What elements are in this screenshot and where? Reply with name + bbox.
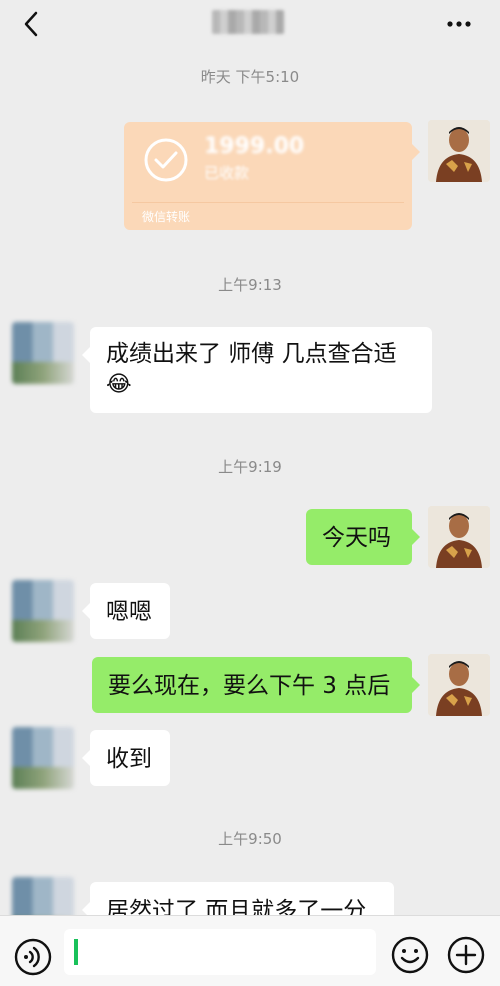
my-avatar[interactable]	[428, 506, 490, 568]
timestamp: 上午9:19	[218, 458, 282, 476]
transfer-amount: 1999.00	[204, 134, 305, 159]
voice-icon[interactable]	[14, 938, 52, 976]
person-avatar-icon	[428, 506, 490, 568]
more-dots-icon[interactable]	[444, 10, 474, 38]
message-text: 成绩出来了 师傅 几点查合适	[106, 341, 397, 367]
my-avatar[interactable]	[428, 654, 490, 716]
laughing-emoji-icon: 😂	[106, 372, 132, 397]
chevron-left-icon[interactable]	[18, 10, 46, 38]
message-text: 收到	[106, 746, 152, 772]
transfer-label: 微信转账	[142, 210, 191, 224]
person-avatar-icon	[428, 120, 490, 182]
transfer-status: 已收款	[204, 164, 250, 182]
message-bubble[interactable]: 要么现在，要么下午 3 点后	[92, 657, 420, 713]
contact-avatar[interactable]	[12, 580, 74, 642]
input-toolbar	[0, 915, 500, 986]
check-circle-icon	[144, 138, 188, 182]
message-text: 嗯嗯	[106, 599, 152, 625]
message-input[interactable]	[64, 929, 376, 975]
plus-icon[interactable]	[447, 936, 485, 974]
transfer-card[interactable]: 1999.00 已收款 微信转账	[124, 122, 420, 230]
chat-title	[212, 10, 284, 34]
message-bubble[interactable]: 成绩出来了 师傅 几点查合适 😂	[82, 327, 432, 413]
message-text: 要么现在，要么下午 3 点后	[108, 673, 391, 699]
chat-header	[0, 0, 500, 48]
message-bubble[interactable]: 今天吗	[306, 509, 420, 565]
message-bubble[interactable]: 收到	[82, 730, 170, 786]
emoji-icon[interactable]	[391, 936, 429, 974]
transfer-divider	[132, 202, 404, 203]
timestamp: 昨天 下午5:10	[200, 68, 300, 86]
my-avatar[interactable]	[428, 120, 490, 182]
contact-avatar[interactable]	[12, 322, 74, 384]
timestamp: 上午9:50	[218, 830, 282, 848]
timestamp: 上午9:13	[218, 276, 282, 294]
message-bubble[interactable]: 嗯嗯	[82, 583, 170, 639]
person-avatar-icon	[428, 654, 490, 716]
text-cursor	[74, 939, 78, 965]
message-text: 今天吗	[322, 525, 391, 551]
contact-avatar[interactable]	[12, 727, 74, 789]
